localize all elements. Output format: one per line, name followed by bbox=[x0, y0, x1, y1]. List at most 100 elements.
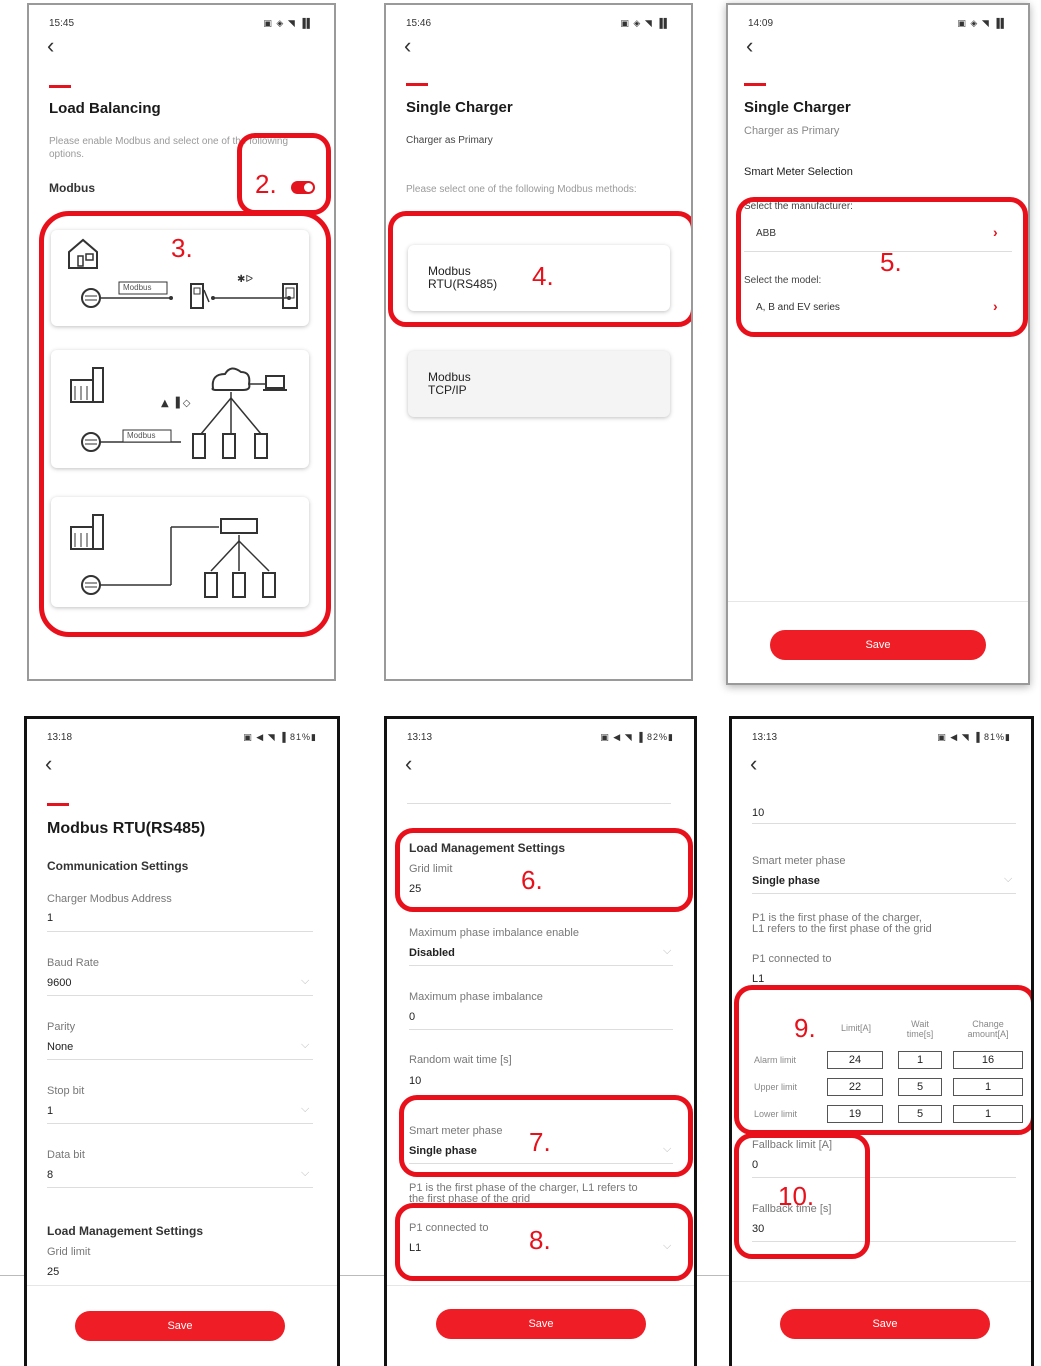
divider bbox=[409, 965, 673, 966]
stop-bit-select[interactable]: 1 bbox=[47, 1105, 53, 1117]
screen-load-management: 13:13 ▣ ◀ ◥ ▐ 82%▮ ‹ Load Management Sett… bbox=[384, 716, 697, 1366]
divider bbox=[47, 1123, 313, 1124]
status-bar: 13:18 ▣ ◀ ◥ ▐ 81%▮ bbox=[47, 729, 317, 745]
title-accent-bar bbox=[49, 85, 71, 88]
callout-9-number: 9. bbox=[794, 1013, 816, 1043]
data-bit-select[interactable]: 8 bbox=[47, 1169, 53, 1181]
modbus-label: Modbus bbox=[49, 181, 95, 195]
top-field-value[interactable]: 10 bbox=[752, 807, 764, 819]
page-description: Please select one of the following Modbu… bbox=[406, 184, 637, 195]
page-subtitle: Charger as Primary bbox=[744, 125, 840, 137]
modbus-address-field[interactable]: 1 bbox=[47, 912, 53, 924]
chevron-down-icon[interactable]: ⌵ bbox=[663, 945, 671, 958]
baud-rate-label: Baud Rate bbox=[47, 957, 99, 969]
back-arrow-icon[interactable]: ‹ bbox=[750, 753, 757, 775]
random-wait-label: Random wait time [s] bbox=[409, 1054, 512, 1066]
callout-7-number: 7. bbox=[529, 1127, 551, 1157]
data-bit-label: Data bit bbox=[47, 1149, 85, 1161]
status-icons: ▣ ◀ ◥ ▐ 81%▮ bbox=[243, 731, 317, 742]
callout-8-number: 8. bbox=[529, 1225, 551, 1255]
chevron-down-icon[interactable]: ⌵ bbox=[1004, 873, 1012, 886]
save-button[interactable]: Save bbox=[770, 630, 986, 660]
grid-limit-field[interactable]: 25 bbox=[47, 1266, 59, 1278]
callout-2-box bbox=[237, 133, 331, 215]
status-time: 13:13 bbox=[407, 731, 433, 743]
status-bar: 15:46 ▣ ◈ ◥ ▐▌ bbox=[406, 15, 671, 31]
status-bar: 15:45 ▣ ◈ ◥ ▐▌ bbox=[49, 15, 314, 31]
modbus-tcp-option[interactable]: Modbus TCP/IP bbox=[408, 351, 670, 417]
parity-label: Parity bbox=[47, 1021, 76, 1033]
page-subtitle: Charger as Primary bbox=[406, 135, 493, 146]
status-bar: 14:09 ▣ ◈ ◥ ▐▌ bbox=[748, 15, 1008, 31]
stop-bit-label: Stop bit bbox=[47, 1085, 85, 1097]
status-time: 14:09 bbox=[748, 17, 774, 29]
screen-smart-meter-selection: 14:09 ▣ ◈ ◥ ▐▌ ‹ Single Charger Charger a… bbox=[726, 3, 1030, 685]
divider bbox=[752, 823, 1016, 824]
screen-single-charger-methods: 15:46 ▣ ◈ ◥ ▐▌ ‹ Single Charger Charger a… bbox=[384, 3, 693, 681]
status-icons: ▣ ◈ ◥ ▐▌ bbox=[957, 17, 1008, 28]
callout-3-box bbox=[39, 211, 331, 637]
back-arrow-icon[interactable]: ‹ bbox=[47, 35, 54, 57]
footer-divider bbox=[387, 1285, 694, 1286]
p1-note: P1 is the first phase of the charger, L1… bbox=[752, 912, 932, 935]
divider bbox=[47, 1059, 313, 1060]
connector-line bbox=[0, 1275, 24, 1276]
section-title: Smart Meter Selection bbox=[744, 166, 853, 178]
callout-10-number: 10. bbox=[778, 1181, 815, 1211]
save-button[interactable]: Save bbox=[780, 1309, 990, 1339]
modbus-address-label: Charger Modbus Address bbox=[47, 893, 172, 905]
status-icons: ▣ ◀ ◥ ▐ 81%▮ bbox=[937, 731, 1011, 742]
imbalance-enable-label: Maximum phase imbalance enable bbox=[409, 927, 579, 939]
baud-rate-select[interactable]: 9600 bbox=[47, 977, 71, 989]
save-button[interactable]: Save bbox=[436, 1309, 646, 1339]
p1-note: P1 is the first phase of the charger, L1… bbox=[409, 1183, 638, 1205]
save-button[interactable]: Save bbox=[75, 1311, 285, 1341]
status-bar: 13:13 ▣ ◀ ◥ ▐ 81%▮ bbox=[752, 729, 1011, 745]
callout-5-number: 5. bbox=[880, 247, 902, 277]
status-time: 15:46 bbox=[406, 17, 432, 29]
footer-divider bbox=[27, 1285, 337, 1286]
footer-divider bbox=[732, 1281, 1031, 1282]
smart-meter-phase-label: Smart meter phase bbox=[752, 855, 846, 867]
battery-level: 81% bbox=[984, 731, 1006, 742]
callout-9-box bbox=[734, 985, 1031, 1135]
grid-limit-label: Grid limit bbox=[47, 1246, 91, 1258]
section-title: Communication Settings bbox=[47, 859, 189, 873]
chevron-down-icon[interactable]: ⌵ bbox=[301, 1167, 309, 1180]
callout-2-number: 2. bbox=[255, 169, 277, 199]
title-accent-bar bbox=[744, 83, 766, 86]
screen-phase-limits: 13:13 ▣ ◀ ◥ ▐ 81%▮ ‹ 10 Smart meter phase… bbox=[729, 716, 1034, 1366]
screen-load-balancing: 15:45 ▣ ◈ ◥ ▐▌ ‹ Load Balancing Please en… bbox=[27, 3, 336, 681]
divider bbox=[407, 803, 671, 804]
status-time: 15:45 bbox=[49, 17, 75, 29]
back-arrow-icon[interactable]: ‹ bbox=[405, 753, 412, 775]
status-bar: 13:13 ▣ ◀ ◥ ▐ 82%▮ bbox=[407, 729, 674, 745]
connector-line bbox=[697, 1275, 729, 1276]
back-arrow-icon[interactable]: ‹ bbox=[746, 35, 753, 57]
chevron-down-icon[interactable]: ⌵ bbox=[301, 1039, 309, 1052]
title-accent-bar bbox=[406, 83, 428, 86]
footer-divider bbox=[728, 601, 1028, 602]
back-arrow-icon[interactable]: ‹ bbox=[404, 35, 411, 57]
divider bbox=[47, 931, 313, 932]
screen-modbus-rtu: 13:18 ▣ ◀ ◥ ▐ 81%▮ ‹ Modbus RTU(RS485) Co… bbox=[24, 716, 340, 1366]
chevron-down-icon[interactable]: ⌵ bbox=[301, 1103, 309, 1116]
connector-line bbox=[340, 1275, 384, 1276]
random-wait-field[interactable]: 10 bbox=[409, 1075, 421, 1087]
divider bbox=[47, 1187, 313, 1188]
imbalance-label: Maximum phase imbalance bbox=[409, 991, 543, 1003]
smart-meter-phase-select[interactable]: Single phase bbox=[752, 875, 820, 887]
page-title: Modbus RTU(RS485) bbox=[47, 820, 206, 837]
imbalance-enable-select[interactable]: Disabled bbox=[409, 947, 455, 959]
battery-level: 81% bbox=[290, 731, 312, 742]
page-title: Single Charger bbox=[744, 99, 851, 116]
imbalance-field[interactable]: 0 bbox=[409, 1011, 415, 1023]
chevron-down-icon[interactable]: ⌵ bbox=[301, 975, 309, 988]
divider bbox=[752, 893, 1016, 894]
modbus-tcp-label: Modbus TCP/IP bbox=[428, 370, 471, 397]
parity-select[interactable]: None bbox=[47, 1041, 73, 1053]
back-arrow-icon[interactable]: ‹ bbox=[45, 753, 52, 775]
divider bbox=[47, 995, 313, 996]
page-title: Single Charger bbox=[406, 99, 513, 116]
p1-connected-select[interactable]: L1 bbox=[752, 973, 764, 985]
